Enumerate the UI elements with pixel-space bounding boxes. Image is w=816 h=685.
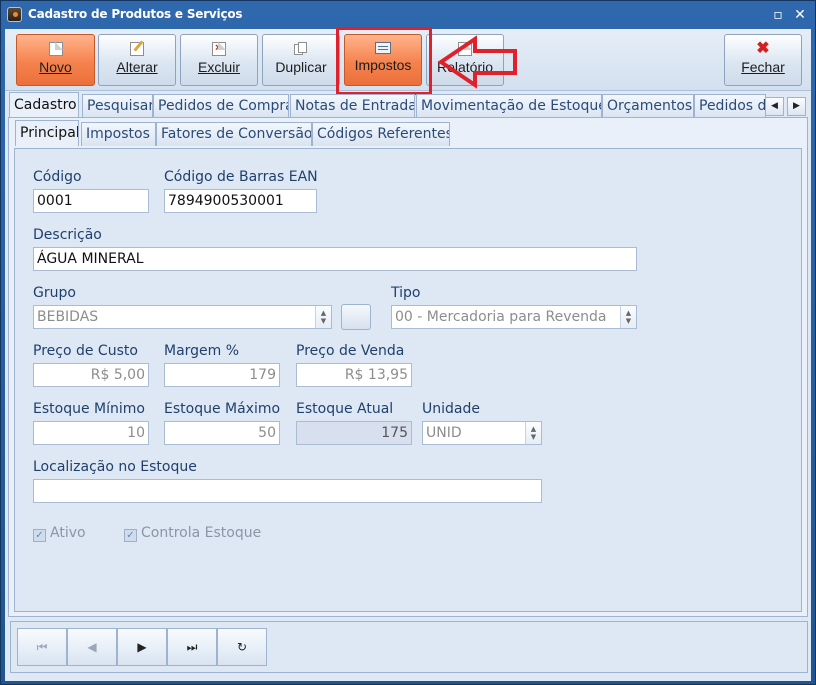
record-navigator: ⏮ ◀ ▶ ⏭ ↻	[10, 621, 808, 673]
ean-label: Código de Barras EAN	[164, 169, 318, 185]
excluir-button[interactable]: × Excluir	[180, 34, 258, 86]
localizacao-field[interactable]	[33, 479, 542, 503]
tab-scroll-right-icon[interactable]: ▶	[787, 97, 806, 116]
unidade-value: UNID	[426, 425, 462, 441]
estoque-max-field[interactable]: 50	[164, 421, 280, 445]
excluir-label: Excluir	[197, 59, 240, 75]
tab-pedidos-de[interactable]: Pedidos de	[694, 94, 766, 118]
tipo-label: Tipo	[391, 285, 421, 301]
sub-tabs: Principal Impostos Fatores de Conversão …	[15, 120, 805, 146]
last-record-button[interactable]: ⏭	[167, 628, 217, 666]
app-icon	[7, 7, 22, 22]
margem-field[interactable]: 179	[164, 363, 280, 387]
tab-orcamentos[interactable]: Orçamentos	[602, 94, 694, 118]
margem-label: Margem %	[164, 343, 240, 359]
tab-scroll-left-icon[interactable]: ◀	[765, 97, 784, 116]
descricao-label: Descrição	[33, 227, 102, 243]
duplicate-icon	[294, 42, 308, 56]
delete-document-icon: ×	[212, 42, 226, 56]
subtab-codigos-referentes[interactable]: Códigos Referentes	[312, 122, 450, 146]
ativo-check-icon: ✓	[33, 529, 46, 542]
duplicar-button[interactable]: Duplicar	[262, 34, 340, 86]
grupo-value: BEBIDAS	[37, 309, 99, 325]
tab-movimentacao-estoque[interactable]: Movimentação de Estoque	[416, 94, 602, 118]
tipo-spin-icon[interactable]: ▲ ▼	[620, 306, 636, 328]
duplicar-label: Duplicar	[275, 59, 327, 75]
unidade-label: Unidade	[422, 401, 480, 417]
controla-estoque-label: Controla Estoque	[141, 525, 262, 541]
restore-icon[interactable]: ▫	[769, 6, 787, 24]
preco-custo-field[interactable]: R$ 5,00	[33, 363, 149, 387]
estoque-min-field[interactable]: 10	[33, 421, 149, 445]
preco-custo-label: Preço de Custo	[33, 343, 138, 359]
novo-label: Novo	[39, 59, 72, 75]
preco-venda-label: Preço de Venda	[296, 343, 405, 359]
red-arrow-annotation	[437, 35, 517, 89]
alterar-button[interactable]: Alterar	[98, 34, 176, 86]
preco-venda-field[interactable]: R$ 13,95	[296, 363, 412, 387]
estoque-min-label: Estoque Mínimo	[33, 401, 145, 417]
descricao-field[interactable]: ÁGUA MINERAL	[33, 247, 637, 271]
codigo-field[interactable]: 0001	[33, 189, 149, 213]
ativo-label: Ativo	[50, 525, 86, 541]
main-window: Cadastro de Produtos e Serviços ▫ ✕ Novo…	[0, 0, 816, 685]
close-icon[interactable]: ✕	[791, 6, 809, 24]
next-record-button[interactable]: ▶	[117, 628, 167, 666]
novo-button[interactable]: Novo	[16, 34, 95, 86]
controla-estoque-checkbox[interactable]: ✓ Controla Estoque	[124, 525, 261, 542]
grupo-spin-icon[interactable]: ▲ ▼	[315, 306, 331, 328]
ativo-checkbox[interactable]: ✓ Ativo	[33, 525, 86, 542]
tab-cadastro[interactable]: Cadastro	[9, 92, 79, 118]
grupo-label: Grupo	[33, 285, 76, 301]
window-title: Cadastro de Produtos e Serviços	[28, 7, 243, 21]
cadastro-panel: Principal Impostos Fatores de Conversão …	[8, 117, 808, 617]
estoque-max-label: Estoque Máximo	[164, 401, 281, 417]
fechar-button[interactable]: ✖ Fechar	[724, 34, 802, 86]
new-document-icon	[48, 42, 63, 56]
unidade-select[interactable]: UNID ▲ ▼	[422, 421, 542, 445]
title-bar: Cadastro de Produtos e Serviços ▫ ✕	[1, 1, 815, 29]
refresh-button[interactable]: ↻	[217, 628, 267, 666]
fechar-label: Fechar	[741, 59, 785, 75]
prev-record-button[interactable]: ◀	[67, 628, 117, 666]
subtab-fatores-conversao[interactable]: Fatores de Conversão	[156, 122, 312, 146]
subtab-impostos[interactable]: Impostos	[81, 122, 156, 146]
grupo-select[interactable]: BEBIDAS ▲ ▼	[33, 305, 332, 329]
main-tabs: Cadastro Pesquisar Pedidos de Compra Not…	[5, 92, 811, 118]
edit-pencil-icon	[130, 40, 144, 56]
ean-field[interactable]: 7894900530001	[164, 189, 317, 213]
estoque-atual-field: 175	[296, 421, 412, 445]
tab-pedidos-compra[interactable]: Pedidos de Compra	[153, 94, 289, 118]
subtab-principal[interactable]: Principal	[15, 120, 79, 146]
alterar-label: Alterar	[116, 59, 158, 75]
toolbar: Novo Alterar × Excluir Duplicar Impostos…	[5, 27, 811, 95]
tipo-value: 00 - Mercadoria para Revenda	[395, 309, 607, 325]
first-record-button[interactable]: ⏮	[17, 628, 67, 666]
client-area: Novo Alterar × Excluir Duplicar Impostos…	[5, 27, 811, 681]
principal-panel: Código 0001 Código de Barras EAN 7894900…	[14, 148, 802, 612]
unidade-spin-icon[interactable]: ▲ ▼	[525, 422, 541, 444]
tab-pesquisar[interactable]: Pesquisar	[82, 94, 153, 118]
controla-check-icon: ✓	[124, 529, 137, 542]
grupo-lookup-button[interactable]	[341, 304, 371, 330]
tab-notas-entrada[interactable]: Notas de Entrada	[290, 94, 415, 118]
highlight-box	[336, 27, 432, 95]
estoque-atual-label: Estoque Atual	[296, 401, 394, 417]
tipo-select[interactable]: 00 - Mercadoria para Revenda ▲ ▼	[391, 305, 637, 329]
localizacao-label: Localização no Estoque	[33, 459, 197, 475]
close-x-icon: ✖	[756, 40, 770, 57]
codigo-label: Código	[33, 169, 82, 185]
